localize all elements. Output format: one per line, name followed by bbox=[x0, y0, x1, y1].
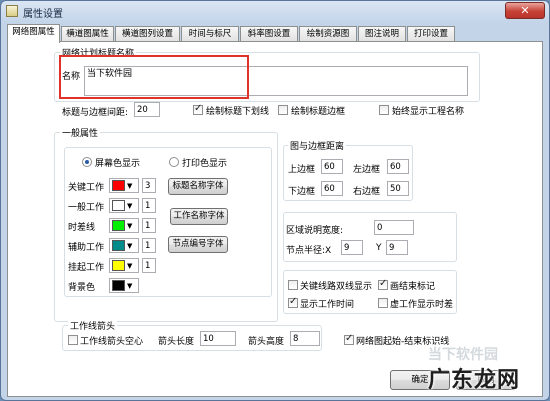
chevron-down-icon: ▼ bbox=[127, 242, 133, 250]
row-label-aux-work: 辅助工作 bbox=[68, 243, 105, 253]
normal-work-color-swatch bbox=[112, 200, 125, 211]
general-group-label: 一般属性 bbox=[60, 126, 101, 139]
node-radius-y-input[interactable]: 9 bbox=[386, 240, 408, 255]
aux-work-width-input[interactable]: 1 bbox=[142, 238, 156, 253]
arrow-height-label: 箭头高度 bbox=[248, 337, 285, 347]
row-label-normal-work: 一般工作 bbox=[68, 203, 105, 213]
title-bar[interactable]: 属性设置 ✕ bbox=[1, 1, 549, 21]
aux-work-color-swatch bbox=[112, 240, 125, 251]
draw-underline-label: 绘制标题下划线 bbox=[206, 107, 270, 117]
suspended-work-color-swatch bbox=[112, 260, 125, 271]
show-work-time-checkbox[interactable] bbox=[288, 296, 298, 308]
watermark-text: 广东龙网 bbox=[428, 368, 521, 393]
node-radius-x-input[interactable]: 9 bbox=[341, 240, 363, 255]
title-font-button[interactable]: 标题名称字体 bbox=[168, 178, 228, 195]
watermark-faded-text: 当下软件园 bbox=[428, 347, 498, 363]
right-border-label: 右边框 bbox=[353, 187, 381, 197]
always-show-name-label: 始终显示工程名称 bbox=[392, 107, 465, 117]
chevron-down-icon: ▼ bbox=[127, 282, 133, 290]
show-work-time-label: 显示工作时间 bbox=[300, 300, 355, 310]
tab-gantt-columns[interactable]: 横道图列设置 bbox=[115, 26, 180, 41]
always-show-name-checkbox[interactable] bbox=[379, 105, 389, 115]
bottom-border-input[interactable]: 60 bbox=[321, 181, 343, 196]
normal-work-width-input[interactable]: 1 bbox=[142, 198, 156, 213]
tab-gantt-properties[interactable]: 横道图属性 bbox=[61, 26, 114, 41]
app-icon bbox=[6, 5, 18, 17]
chevron-down-icon: ▼ bbox=[127, 202, 133, 210]
properties-window: 属性设置 ✕ 网络图属性 横道图属性 横道图列设置 时间与标尺 斜率图设置 绘制… bbox=[0, 0, 550, 401]
hollow-arrow-checkbox[interactable] bbox=[68, 335, 78, 345]
tab-legend[interactable]: 图注说明 bbox=[358, 26, 406, 41]
draw-end-mark-label: 画结束标记 bbox=[390, 282, 436, 292]
print-color-label: 打印色显示 bbox=[182, 159, 228, 169]
key-double-line-checkbox[interactable] bbox=[288, 280, 298, 290]
node-radius-label: 节点半径:X bbox=[286, 246, 332, 256]
draw-border-label: 绘制标题边框 bbox=[291, 107, 346, 117]
tab-resource-chart[interactable]: 绘制资源图 bbox=[299, 26, 357, 41]
screen-color-radio[interactable] bbox=[82, 157, 92, 167]
arrow-length-label: 箭头长度 bbox=[158, 337, 195, 347]
top-border-label: 上边框 bbox=[288, 165, 316, 175]
start-end-mark-checkbox[interactable] bbox=[344, 333, 354, 345]
row-label-float-line: 时差线 bbox=[68, 223, 96, 233]
chevron-down-icon: ▼ bbox=[127, 182, 133, 190]
arrow-length-input[interactable]: 10 bbox=[200, 331, 236, 346]
row-label-suspended-work: 挂起工作 bbox=[68, 263, 105, 273]
dummy-show-float-checkbox[interactable] bbox=[378, 298, 388, 308]
left-border-input[interactable]: 60 bbox=[387, 159, 409, 174]
tab-bar: 网络图属性 横道图属性 横道图列设置 时间与标尺 斜率图设置 绘制资源图 图注说… bbox=[7, 24, 543, 43]
arrow-group-label: 工作线箭头 bbox=[68, 319, 118, 332]
hollow-arrow-label: 工作线箭头空心 bbox=[80, 337, 144, 347]
right-border-input[interactable]: 50 bbox=[387, 181, 409, 196]
region-width-label: 区域说明宽度: bbox=[286, 226, 344, 236]
float-line-color-swatch bbox=[112, 220, 125, 231]
row-label-background: 背景色 bbox=[68, 283, 96, 293]
bottom-border-label: 下边框 bbox=[288, 187, 316, 197]
print-color-radio[interactable] bbox=[169, 157, 179, 167]
top-border-input[interactable]: 60 bbox=[321, 159, 343, 174]
region-width-input[interactable]: 0 bbox=[374, 220, 414, 235]
work-name-font-button[interactable]: 工作名称字体 bbox=[170, 208, 228, 225]
draw-underline-checkbox[interactable] bbox=[193, 103, 203, 115]
left-border-label: 左边框 bbox=[353, 165, 381, 175]
suspended-work-width-input[interactable]: 1 bbox=[142, 258, 156, 273]
node-number-font-button[interactable]: 节点编号字体 bbox=[168, 236, 228, 253]
key-work-width-input[interactable]: 3 bbox=[142, 178, 156, 193]
row-label-key-work: 关键工作 bbox=[68, 183, 105, 193]
key-double-line-label: 关键线路双线显示 bbox=[300, 282, 373, 292]
close-button[interactable]: ✕ bbox=[505, 2, 545, 19]
key-work-color-swatch bbox=[112, 180, 125, 191]
draw-border-checkbox[interactable] bbox=[278, 105, 288, 115]
screen-color-label: 屏幕色显示 bbox=[95, 159, 141, 169]
dummy-show-float-label: 虚工作显示时差 bbox=[390, 300, 454, 310]
float-line-width-input[interactable]: 1 bbox=[142, 218, 156, 233]
tab-print-settings[interactable]: 打印设置 bbox=[407, 26, 455, 41]
background-color-swatch bbox=[112, 280, 125, 291]
highlight-box bbox=[59, 55, 249, 99]
tab-slope-chart[interactable]: 斜率图设置 bbox=[240, 26, 298, 41]
title-margin-label: 标题与边框间距: bbox=[62, 108, 129, 118]
chevron-down-icon: ▼ bbox=[127, 222, 133, 230]
title-margin-input[interactable]: 20 bbox=[134, 102, 160, 117]
arrow-height-input[interactable]: 8 bbox=[290, 331, 320, 346]
chevron-down-icon: ▼ bbox=[127, 262, 133, 270]
node-radius-y-label: Y bbox=[376, 243, 382, 253]
window-title: 属性设置 bbox=[23, 9, 63, 20]
tab-time-ruler[interactable]: 时间与标尺 bbox=[181, 26, 239, 41]
draw-end-mark-checkbox[interactable] bbox=[378, 278, 388, 290]
border-distance-group-label: 图与边框距离 bbox=[288, 139, 347, 152]
color-subgroup bbox=[64, 147, 272, 297]
tab-panel: 网络计划标题名称 名称 当下软件园 标题与边框间距: 20 绘制标题下划线 绘制… bbox=[7, 41, 543, 397]
tab-network-properties[interactable]: 网络图属性 bbox=[7, 24, 60, 43]
